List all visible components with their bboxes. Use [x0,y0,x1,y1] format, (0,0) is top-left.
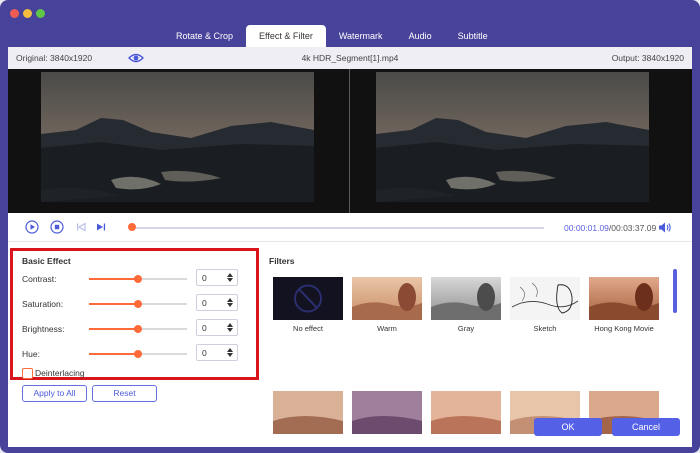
hue-stepper[interactable]: 0 [196,344,238,361]
volume-icon[interactable] [658,221,672,234]
increment-icon[interactable] [227,298,233,302]
filter-preview-image [431,391,501,434]
saturation-slider-handle[interactable] [134,300,142,308]
filter-no-effect[interactable] [273,277,343,320]
deinterlacing-label: Deinterlacing [35,368,85,378]
app-window: Rotate & Crop Effect & Filter Watermark … [0,0,700,453]
contrast-label: Contrast: [22,274,57,284]
filter-label: No effect [293,324,323,333]
filter-sketch[interactable] [510,277,580,320]
brightness-slider-handle[interactable] [134,325,142,333]
section-divider [8,241,692,242]
next-frame-icon[interactable] [94,220,108,234]
filter-label: Warm [377,324,397,333]
decrement-icon[interactable] [227,303,233,307]
tab-audio[interactable]: Audio [396,25,445,47]
deinterlacing-checkbox[interactable] [22,368,33,379]
filter-preview-image [510,277,580,320]
filters-scrollbar[interactable] [673,269,677,313]
contrast-slider-fill [89,278,138,280]
hue-slider-fill [89,353,138,355]
filter-label: Hong Kong Movie [594,324,654,333]
time-display: 00:00:01.09/00:03:37.09 [564,223,656,233]
file-name: 4k HDR_Segment[1].mp4 [301,53,399,63]
filter-warm[interactable] [352,277,422,320]
preview-area [8,69,692,213]
brightness-stepper[interactable]: 0 [196,319,238,336]
landscape-image [376,72,649,202]
brightness-slider[interactable] [89,325,187,333]
brightness-slider-fill [89,328,138,330]
decrement-icon[interactable] [227,353,233,357]
current-time: 00:00:01.09 [564,223,609,233]
saturation-slider[interactable] [89,300,187,308]
decrement-icon[interactable] [227,278,233,282]
filter-preview-image [352,277,422,320]
saturation-value: 0 [202,298,207,308]
playback-controls: 00:00:01.09/00:03:37.09 [8,213,692,241]
filter-preview-image [273,391,343,434]
filter-gray[interactable] [431,277,501,320]
info-bar: Original: 3840x1920 4k HDR_Segment[1].mp… [8,47,692,69]
previous-frame-icon[interactable] [74,220,88,234]
saturation-stepper[interactable]: 0 [196,294,238,311]
tab-effect-filter[interactable]: Effect & Filter [246,25,326,47]
filter-grid: No effect Warm Gray Sketch Hong Kong Mov… [273,277,659,434]
saturation-slider-fill [89,303,138,305]
contrast-slider-handle[interactable] [134,275,142,283]
filter-thumbnail[interactable] [431,391,501,434]
original-preview [41,72,314,202]
stop-icon[interactable] [50,220,64,234]
tab-bar: Rotate & Crop Effect & Filter Watermark … [163,25,501,47]
hue-label: Hue: [22,349,40,359]
increment-icon[interactable] [227,348,233,352]
contrast-slider[interactable] [89,275,187,283]
tab-subtitle[interactable]: Subtitle [445,25,501,47]
contrast-value: 0 [202,273,207,283]
progress-handle[interactable] [128,223,136,231]
filter-preview-image [431,277,501,320]
brightness-label: Brightness: [22,324,65,334]
filter-label: Sketch [533,324,557,333]
hue-slider-handle[interactable] [134,350,142,358]
no-effect-icon [273,277,343,320]
basic-effect-title: Basic Effect [22,256,71,266]
total-time: /00:03:37.09 [608,223,657,233]
filters-title: Filters [269,256,295,266]
hue-slider[interactable] [89,350,187,358]
increment-icon[interactable] [227,323,233,327]
preview-divider [349,69,350,213]
minimize-window-button[interactable] [23,9,32,18]
close-window-button[interactable] [10,9,19,18]
progress-track[interactable] [132,227,544,229]
filter-preview-image [352,391,422,434]
output-resolution: Output: 3840x1920 [611,53,684,63]
zoom-window-button[interactable] [36,9,45,18]
contrast-stepper[interactable]: 0 [196,269,238,286]
filter-preview-image [589,277,659,320]
tab-watermark[interactable]: Watermark [326,25,396,47]
filter-thumbnail[interactable] [352,391,422,434]
reset-button[interactable]: Reset [92,385,157,402]
editor-panel: Original: 3840x1920 4k HDR_Segment[1].mp… [8,47,692,447]
increment-icon[interactable] [227,273,233,277]
hue-value: 0 [202,348,207,358]
cancel-button[interactable]: Cancel [612,418,680,436]
tab-rotate-crop[interactable]: Rotate & Crop [163,25,246,47]
output-preview [376,72,649,202]
decrement-icon[interactable] [227,328,233,332]
apply-to-all-button[interactable]: Apply to All [22,385,87,402]
ok-button[interactable]: OK [534,418,602,436]
saturation-label: Saturation: [22,299,64,309]
brightness-value: 0 [202,323,207,333]
filter-label: Gray [457,324,475,333]
landscape-image [41,72,314,202]
play-icon[interactable] [25,220,39,234]
filter-thumbnail[interactable] [273,391,343,434]
filter-hong-kong-movie[interactable] [589,277,659,320]
